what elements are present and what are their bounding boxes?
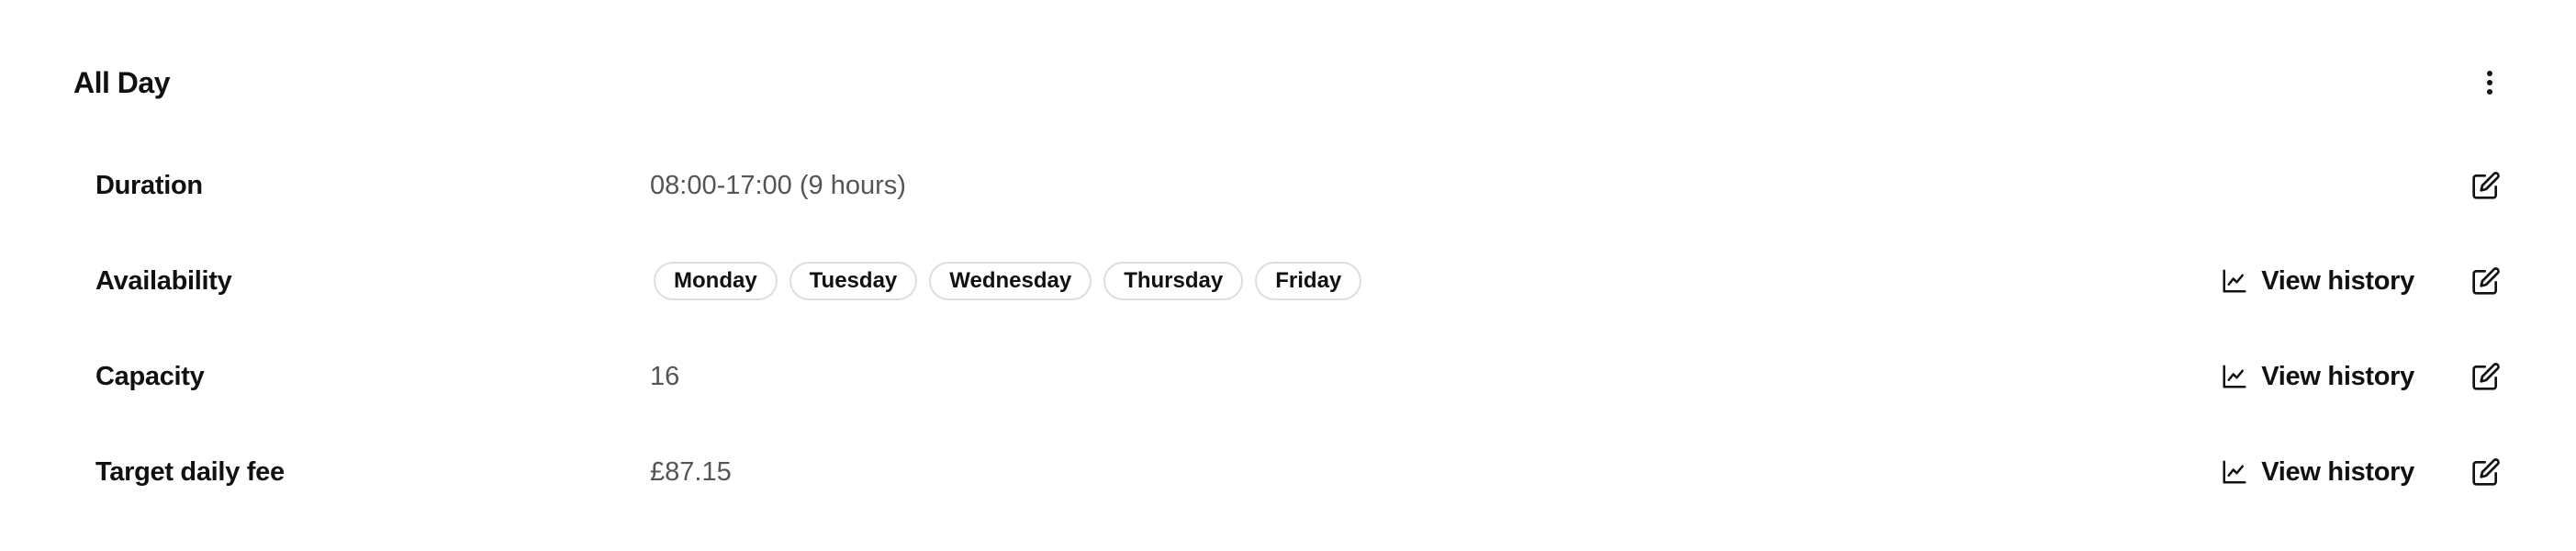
availability-label: Availability <box>95 265 232 296</box>
target-daily-fee-value: £87.15 <box>650 456 732 487</box>
edit-availability-button[interactable] <box>2468 263 2504 299</box>
view-history-label: View history <box>2261 456 2414 487</box>
availability-view-history-button[interactable]: View history <box>2221 266 2414 297</box>
availability-row: Availability Monday Tuesday Wednesday Th… <box>95 253 2504 309</box>
more-options-button[interactable] <box>2471 64 2508 101</box>
day-pill-friday: Friday <box>1255 262 1362 300</box>
more-vertical-icon <box>2487 71 2492 95</box>
day-pill-thursday: Thursday <box>1103 262 1244 300</box>
day-pill-wednesday: Wednesday <box>929 262 1092 300</box>
edit-duration-button[interactable] <box>2468 167 2504 204</box>
target-daily-fee-row: Target daily fee £87.15 View history <box>95 444 2504 500</box>
duration-row: Duration 08:00-17:00 (9 hours) <box>95 158 2504 213</box>
capacity-row: Capacity 16 View history <box>95 349 2504 404</box>
capacity-value: 16 <box>650 361 680 391</box>
edit-icon <box>2472 267 2500 295</box>
edit-icon <box>2472 363 2500 390</box>
card-title: All Day <box>73 65 170 99</box>
availability-actions: View history <box>2221 253 2504 309</box>
all-day-card: All Day Duration 08:00-17:00 (9 hours) A… <box>0 0 2576 551</box>
capacity-view-history-button[interactable]: View history <box>2221 362 2414 392</box>
edit-target-daily-fee-button[interactable] <box>2468 454 2504 490</box>
view-history-label: View history <box>2261 361 2414 391</box>
target-daily-fee-actions: View history <box>2221 444 2504 500</box>
duration-label: Duration <box>95 170 203 200</box>
edit-capacity-button[interactable] <box>2468 358 2504 395</box>
availability-days: Monday Tuesday Wednesday Thursday Friday <box>650 262 2221 300</box>
duration-actions <box>2468 158 2504 213</box>
capacity-label: Capacity <box>95 361 205 391</box>
duration-value: 08:00-17:00 (9 hours) <box>650 170 906 200</box>
line-chart-icon <box>2223 365 2246 388</box>
capacity-actions: View history <box>2221 349 2504 404</box>
fee-view-history-button[interactable]: View history <box>2221 457 2414 488</box>
edit-icon <box>2472 172 2500 199</box>
line-chart-icon <box>2223 269 2246 293</box>
target-daily-fee-label: Target daily fee <box>95 456 285 487</box>
day-pill-tuesday: Tuesday <box>789 262 918 300</box>
day-pill-monday: Monday <box>654 262 778 300</box>
edit-icon <box>2472 458 2500 486</box>
card-header: All Day <box>73 57 2503 108</box>
view-history-label: View history <box>2261 265 2414 296</box>
line-chart-icon <box>2223 460 2246 484</box>
